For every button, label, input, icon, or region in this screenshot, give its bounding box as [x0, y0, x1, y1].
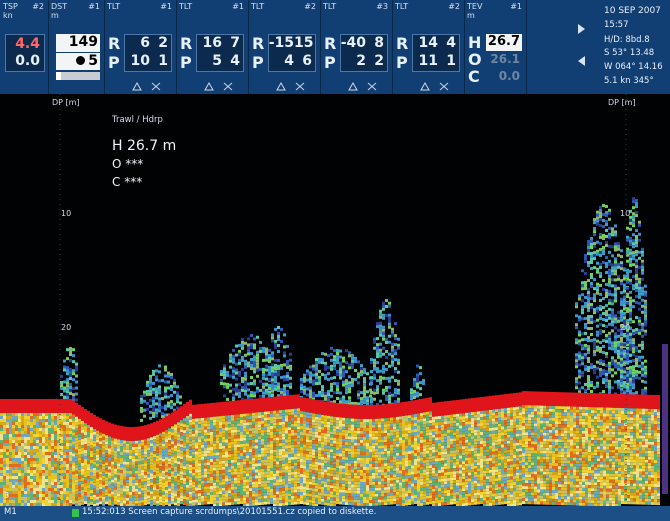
roll-letter: R [252, 34, 265, 53]
tev-c-letter: C [468, 67, 480, 86]
pitch-value-2: 2 [374, 53, 384, 69]
tlt-label: TLT [395, 2, 409, 11]
tsp-value-1: 4.4 [15, 36, 40, 52]
dst-panel[interactable]: DST m #1 149 5 [48, 0, 105, 94]
pitch-letter: P [180, 53, 192, 72]
tilt-warning-icons [132, 76, 168, 91]
nav-arrows-panel [526, 0, 599, 94]
dst-value-2: 5 [88, 53, 98, 69]
tilt-warning-icons [348, 76, 384, 91]
pitch-value-1: 11 [418, 53, 438, 69]
pitch-value-2: 1 [158, 53, 168, 69]
speed-course-readout: 5.1 kn 345° [604, 76, 654, 86]
tlt-panel-3[interactable]: TLT #2 R P -15 15 4 6 [248, 0, 321, 94]
roll-value-1: -40 [340, 35, 366, 51]
trawl-height: H 26.7 m [112, 138, 176, 154]
tev-panel[interactable]: TEV m #1 H O C 26.7 26.1 0.0 [464, 0, 527, 94]
tlt-channel: #2 [304, 2, 316, 11]
pitch-letter: P [252, 53, 264, 72]
tsp-value-box: 4.4 0.0 [5, 34, 45, 72]
status-mode: M1 [4, 507, 17, 517]
status-bar: M1 15:52:013 Screen capture scrdumps\201… [0, 506, 670, 521]
tilt-warning-icons [420, 76, 456, 91]
tlt-panel-1[interactable]: TLT #1 R P 6 2 10 1 [104, 0, 177, 94]
tsp-label: TSP kn [3, 2, 18, 20]
status-indicator-icon [72, 509, 79, 517]
roll-letter: R [108, 34, 121, 53]
depth-tick-10-right: 10 [620, 209, 630, 218]
tlt-panel-5[interactable]: TLT #2 R P 14 4 11 1 [392, 0, 465, 94]
depth-tick-20-right: 20 [620, 323, 630, 332]
trawl-title: Trawl / Hdrp [111, 115, 163, 125]
bottom-channel-label: 3 [4, 491, 9, 500]
pitch-value-1: 5 [212, 53, 222, 69]
pitch-value-1: 4 [284, 53, 294, 69]
roll-value-2: 8 [374, 35, 384, 51]
tilt-warning-icons [204, 76, 240, 91]
tsp-value-2: 0.0 [15, 53, 40, 69]
tlt-channel: #1 [232, 2, 244, 11]
roll-value-1: 6 [140, 35, 150, 51]
pitch-value-2: 4 [230, 53, 240, 69]
nav-left-arrow-icon[interactable] [578, 56, 585, 66]
roll-value-1: -15 [268, 35, 294, 51]
status-message: 15:52:013 Screen capture scrdumps\201015… [82, 507, 377, 517]
dst-label: DST m [51, 2, 68, 20]
roll-value-1: 16 [202, 35, 222, 51]
longitude-readout: W 064° 14.16 [604, 62, 663, 72]
tlt-label: TLT [107, 2, 121, 11]
trawl-clearance: C *** [112, 175, 142, 189]
tlt-label: TLT [323, 2, 337, 11]
dst-value-1: 149 [56, 34, 100, 52]
tlt-panel-4[interactable]: TLT #3 R P -40 8 2 2 [320, 0, 393, 94]
nav-right-arrow-icon[interactable] [578, 24, 585, 34]
dst-target-icon [76, 56, 86, 65]
color-scale-bar [662, 344, 668, 494]
tilt-warning-icons [276, 76, 312, 91]
tlt-channel: #1 [160, 2, 172, 11]
pitch-letter: P [108, 53, 120, 72]
tlt-channel: #3 [376, 2, 388, 11]
pitch-value-1: 2 [356, 53, 366, 69]
top-instrument-bar: TSP kn #2 4.4 0.0 DST m #1 149 5 TLT #1 R P 6 2… [0, 0, 670, 94]
roll-letter: R [180, 34, 193, 53]
tev-label: TEV m [467, 2, 483, 20]
pitch-value-2: 1 [446, 53, 456, 69]
roll-value-2: 7 [230, 35, 240, 51]
roll-value-2: 15 [294, 35, 314, 51]
depth-tick-10-left: 10 [61, 209, 71, 218]
tev-value-3: 0.0 [498, 69, 520, 83]
date-readout: 10 SEP 2007 [604, 6, 661, 16]
pitch-letter: P [396, 53, 408, 72]
tev-value-1: 26.7 [486, 34, 522, 51]
depth-axis-label-right: DP [m] [608, 98, 636, 107]
depth-tick-20-left: 20 [61, 323, 71, 332]
trawl-opening: O *** [112, 157, 143, 171]
tev-channel: #1 [510, 2, 522, 11]
dst-channel: #1 [88, 2, 100, 11]
roll-value-2: 2 [158, 35, 168, 51]
tev-value-2: 26.1 [490, 52, 520, 66]
roll-letter: R [324, 34, 337, 53]
tsp-channel: #2 [32, 2, 44, 11]
tlt-label: TLT [179, 2, 193, 11]
tlt-channel: #2 [448, 2, 460, 11]
roll-value-2: 4 [446, 35, 456, 51]
depth-axis-label-left: DP [m] [52, 98, 80, 107]
latitude-readout: S 53° 13.48 [604, 48, 655, 58]
roll-letter: R [396, 34, 409, 53]
roll-value-1: 14 [418, 35, 438, 51]
tlt-panel-2[interactable]: TLT #1 R P 16 7 5 4 [176, 0, 249, 94]
pitch-value-1: 10 [130, 53, 150, 69]
dst-progress-bar [56, 72, 100, 80]
pitch-value-2: 6 [302, 53, 312, 69]
heading-readout: H/D: 8bd.8 [604, 35, 650, 45]
tlt-label: TLT [251, 2, 265, 11]
navigation-info-panel: 10 SEP 2007 15:57 H/D: 8bd.8 S 53° 13.48… [598, 0, 670, 94]
dst-value-2-box: 5 [56, 53, 100, 70]
pitch-letter: P [324, 53, 336, 72]
tsp-panel[interactable]: TSP kn #2 4.4 0.0 [0, 0, 49, 94]
echogram-display[interactable]: DP [m] DP [m] 10 20 10 20 Trawl / Hdrp H… [0, 94, 670, 506]
time-readout: 15:57 [604, 20, 629, 30]
